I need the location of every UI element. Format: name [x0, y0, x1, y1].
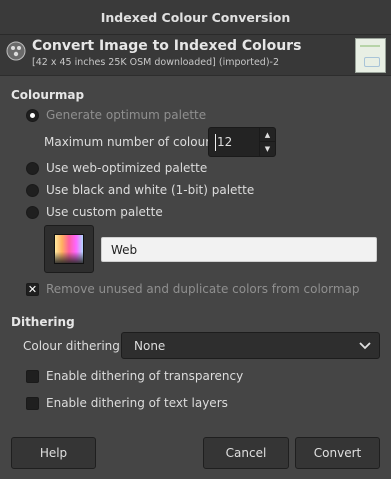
colour-dithering-value: None	[134, 339, 166, 353]
cancel-button[interactable]: Cancel	[203, 437, 289, 469]
chevron-down-icon	[359, 342, 371, 350]
max-colours-label: Maximum number of colours:	[44, 135, 221, 149]
radio-generate-optimum-palette-label: Generate optimum palette	[46, 108, 207, 122]
colourmap-section-title: Colourmap	[11, 88, 85, 102]
spin-down-icon[interactable]: ▼	[260, 142, 275, 156]
title-bar: Indexed Colour Conversion	[0, 0, 391, 35]
radio-custom-palette-label: Use custom palette	[46, 205, 163, 219]
palette-preview-icon	[54, 234, 84, 264]
dither-transparency-label: Enable dithering of transparency	[46, 369, 244, 383]
header-subtitle: [42 x 45 inches 25K OSM downloaded] (imp…	[32, 57, 280, 68]
radio-web-optimized-palette[interactable]	[26, 162, 39, 175]
text-cursor	[215, 134, 216, 151]
colour-dithering-select[interactable]: None	[121, 332, 380, 359]
max-colours-value[interactable]: 12	[217, 135, 232, 149]
dialog-header: Convert Image to Indexed Colours [42 x 4…	[0, 35, 391, 76]
image-thumbnail	[355, 38, 386, 73]
remove-unused-label: Remove unused and duplicate colors from …	[46, 282, 360, 296]
palette-name-value: Web	[111, 243, 138, 257]
header-title: Convert Image to Indexed Colours	[32, 38, 302, 54]
palette-name-field[interactable]: Web	[101, 237, 377, 262]
dither-text-layers-label: Enable dithering of text layers	[46, 396, 228, 410]
radio-black-white-palette[interactable]	[26, 184, 39, 197]
radio-custom-palette[interactable]	[26, 206, 39, 219]
convert-button[interactable]: Convert	[295, 437, 380, 469]
max-colours-spinbutton[interactable]: 12 ▲ ▼	[208, 127, 276, 157]
radio-black-white-palette-label: Use black and white (1-bit) palette	[46, 183, 255, 197]
dithering-section-title: Dithering	[11, 315, 75, 329]
radio-web-optimized-palette-label: Use web-optimized palette	[46, 161, 208, 175]
dither-text-layers-checkbox[interactable]	[26, 397, 39, 410]
help-button[interactable]: Help	[11, 437, 96, 469]
spin-up-icon[interactable]: ▲	[260, 128, 275, 142]
colour-dithering-label: Colour dithering:	[23, 339, 124, 353]
palette-select-button[interactable]	[44, 225, 94, 273]
dither-transparency-checkbox[interactable]	[26, 370, 39, 383]
window-title: Indexed Colour Conversion	[100, 9, 291, 25]
radio-generate-optimum-palette[interactable]	[26, 109, 39, 122]
gimp-wilber-icon	[6, 41, 26, 61]
remove-unused-checkbox[interactable]: ✕	[26, 283, 39, 296]
